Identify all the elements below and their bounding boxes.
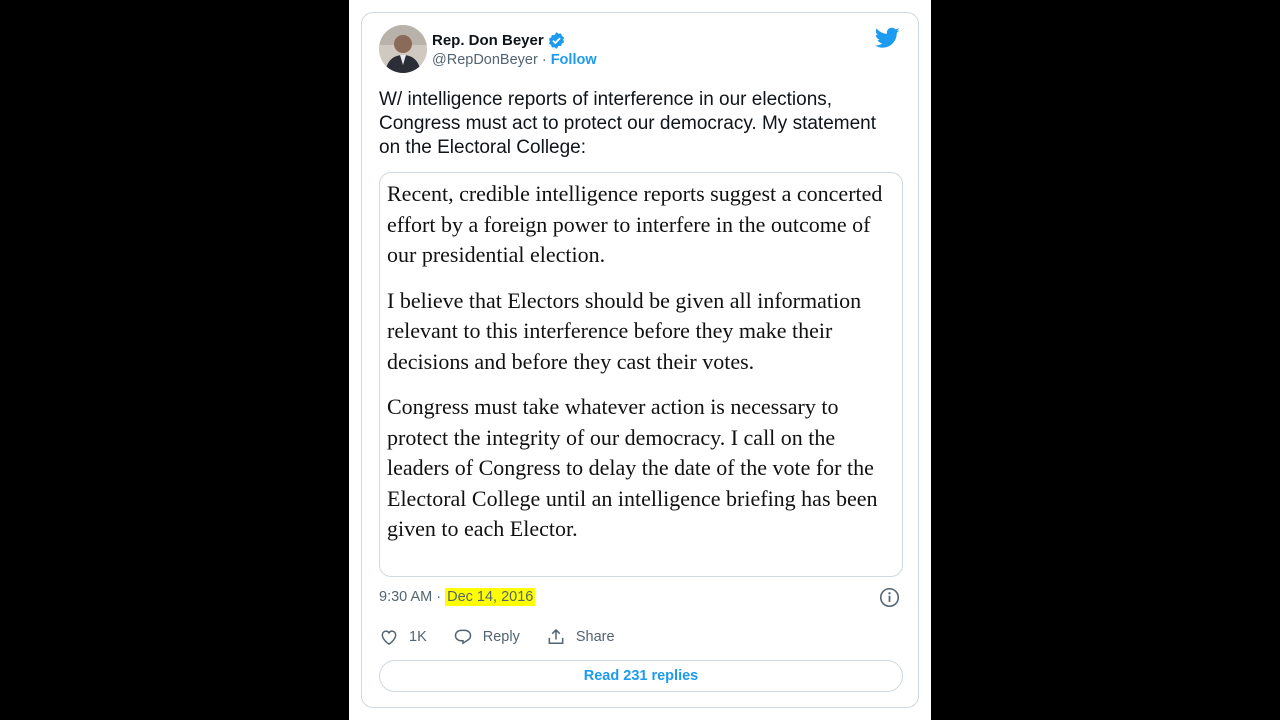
like-count: 1K <box>409 629 427 645</box>
share-label: Share <box>575 629 615 645</box>
handle-separator: · <box>537 52 551 68</box>
statement-paragraph-1: Recent, credible intelligence reports su… <box>387 181 883 267</box>
statement-paragraph-3: Congress must take whatever action is ne… <box>387 394 878 541</box>
tweet-time[interactable]: 9:30 AM <box>379 589 432 605</box>
tweet-actions: 1K Reply Share <box>379 627 641 647</box>
verified-badge-icon <box>548 32 564 49</box>
heart-icon <box>381 630 397 645</box>
handle[interactable]: @RepDonBeyer <box>432 52 538 68</box>
share-button[interactable]: Share <box>546 627 615 647</box>
reply-label: Reply <box>482 629 520 645</box>
tweet-date[interactable]: Dec 14, 2016 <box>445 588 536 606</box>
tweet-timestamp: 9:30 AM · Dec 14, 2016 <box>379 588 536 606</box>
statement-paragraph-2: I believe that Electors should be given … <box>387 287 862 374</box>
share-icon <box>548 628 564 644</box>
handle-row: @RepDonBeyer · Follow <box>432 52 597 68</box>
reply-icon <box>454 629 472 645</box>
like-button[interactable]: 1K <box>379 627 427 647</box>
reply-button[interactable]: Reply <box>453 627 520 647</box>
twitter-bird-icon[interactable] <box>875 27 900 49</box>
statement-image[interactable]: Recent, credible intelligence reports su… <box>379 172 903 577</box>
read-replies-button[interactable]: Read 231 replies <box>379 660 903 692</box>
tweet-text: W/ intelligence reports of interference … <box>379 89 877 158</box>
info-icon[interactable] <box>879 587 900 608</box>
follow-button[interactable]: Follow <box>551 52 597 68</box>
avatar[interactable] <box>379 25 427 73</box>
author-name-row: Rep. Don Beyer <box>432 31 566 50</box>
tweet-card: Rep. Don Beyer @RepDonBeyer · Follow W/ … <box>361 12 919 708</box>
tweet-panel: Rep. Don Beyer @RepDonBeyer · Follow W/ … <box>349 0 931 720</box>
display-name[interactable]: Rep. Don Beyer <box>432 32 544 49</box>
